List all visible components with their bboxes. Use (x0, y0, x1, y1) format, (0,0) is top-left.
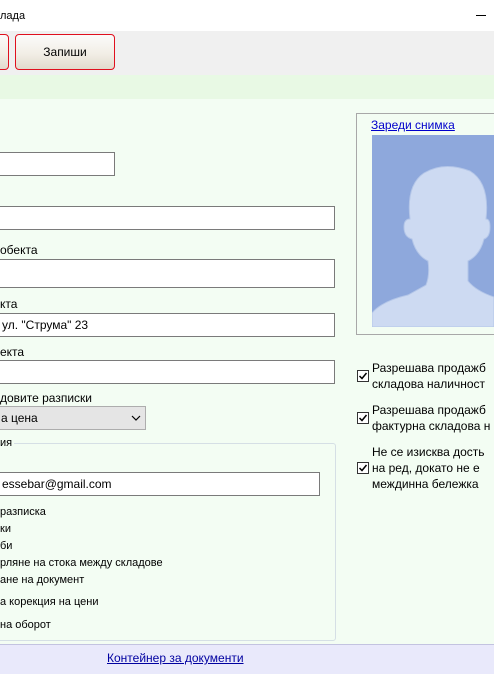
photo-placeholder (372, 135, 494, 327)
name-input[interactable] (0, 206, 335, 230)
address-input[interactable]: ул. "Струма" 23 (0, 313, 335, 337)
option-item[interactable]: ки (0, 523, 11, 535)
not-required-checkbox[interactable] (357, 462, 369, 474)
checkbox-3-label: Не се изисква дость на ред, докато не е … (372, 445, 485, 491)
checkmark-icon (358, 372, 368, 380)
info-strip (0, 75, 494, 99)
window-title: лада (0, 10, 26, 22)
allow-sale-checkbox-2[interactable] (357, 412, 369, 424)
price-select[interactable]: а цена (0, 406, 146, 430)
toolbar-previous-button[interactable] (0, 34, 9, 70)
email-input[interactable]: essebar@gmail.com (0, 472, 320, 496)
option-item[interactable]: на оборот (0, 619, 51, 631)
option-item[interactable]: ане на документ (0, 574, 84, 586)
documents-container-link[interactable]: Контейнер за документи (107, 651, 244, 665)
checkbox-1-label: Разрешава продажб складова наличност (372, 361, 486, 391)
checkmark-icon (358, 414, 368, 422)
address-label: кта (0, 297, 18, 311)
checkbox-2-label: Разрешава продажб фактурна складова н (372, 403, 491, 433)
option-item[interactable]: а корекция на цени (0, 596, 99, 608)
code-input[interactable] (0, 152, 115, 176)
title-bar (0, 0, 494, 31)
minimize-button[interactable] (473, 8, 489, 22)
avatar-silhouette-icon (372, 166, 494, 327)
chevron-down-icon (131, 415, 141, 421)
load-photo-link[interactable]: Зареди снимка (371, 118, 455, 132)
save-button[interactable]: Запиши (15, 34, 115, 70)
group-title: ия (0, 437, 15, 449)
option-item[interactable]: рляне на стока между складове (0, 557, 163, 569)
receipts-label: довите разписки (0, 391, 92, 405)
object-field-label: екта (0, 345, 25, 359)
option-item[interactable]: разписка (0, 506, 46, 518)
option-item[interactable]: би (0, 540, 12, 552)
object-input[interactable] (0, 259, 335, 288)
footer-bar (0, 644, 494, 674)
allow-sale-checkbox-1[interactable] (357, 370, 369, 382)
object-field-input[interactable] (0, 360, 335, 384)
checkmark-icon (358, 464, 368, 472)
price-select-value: а цена (1, 411, 38, 425)
object-label: обекта (0, 243, 38, 257)
